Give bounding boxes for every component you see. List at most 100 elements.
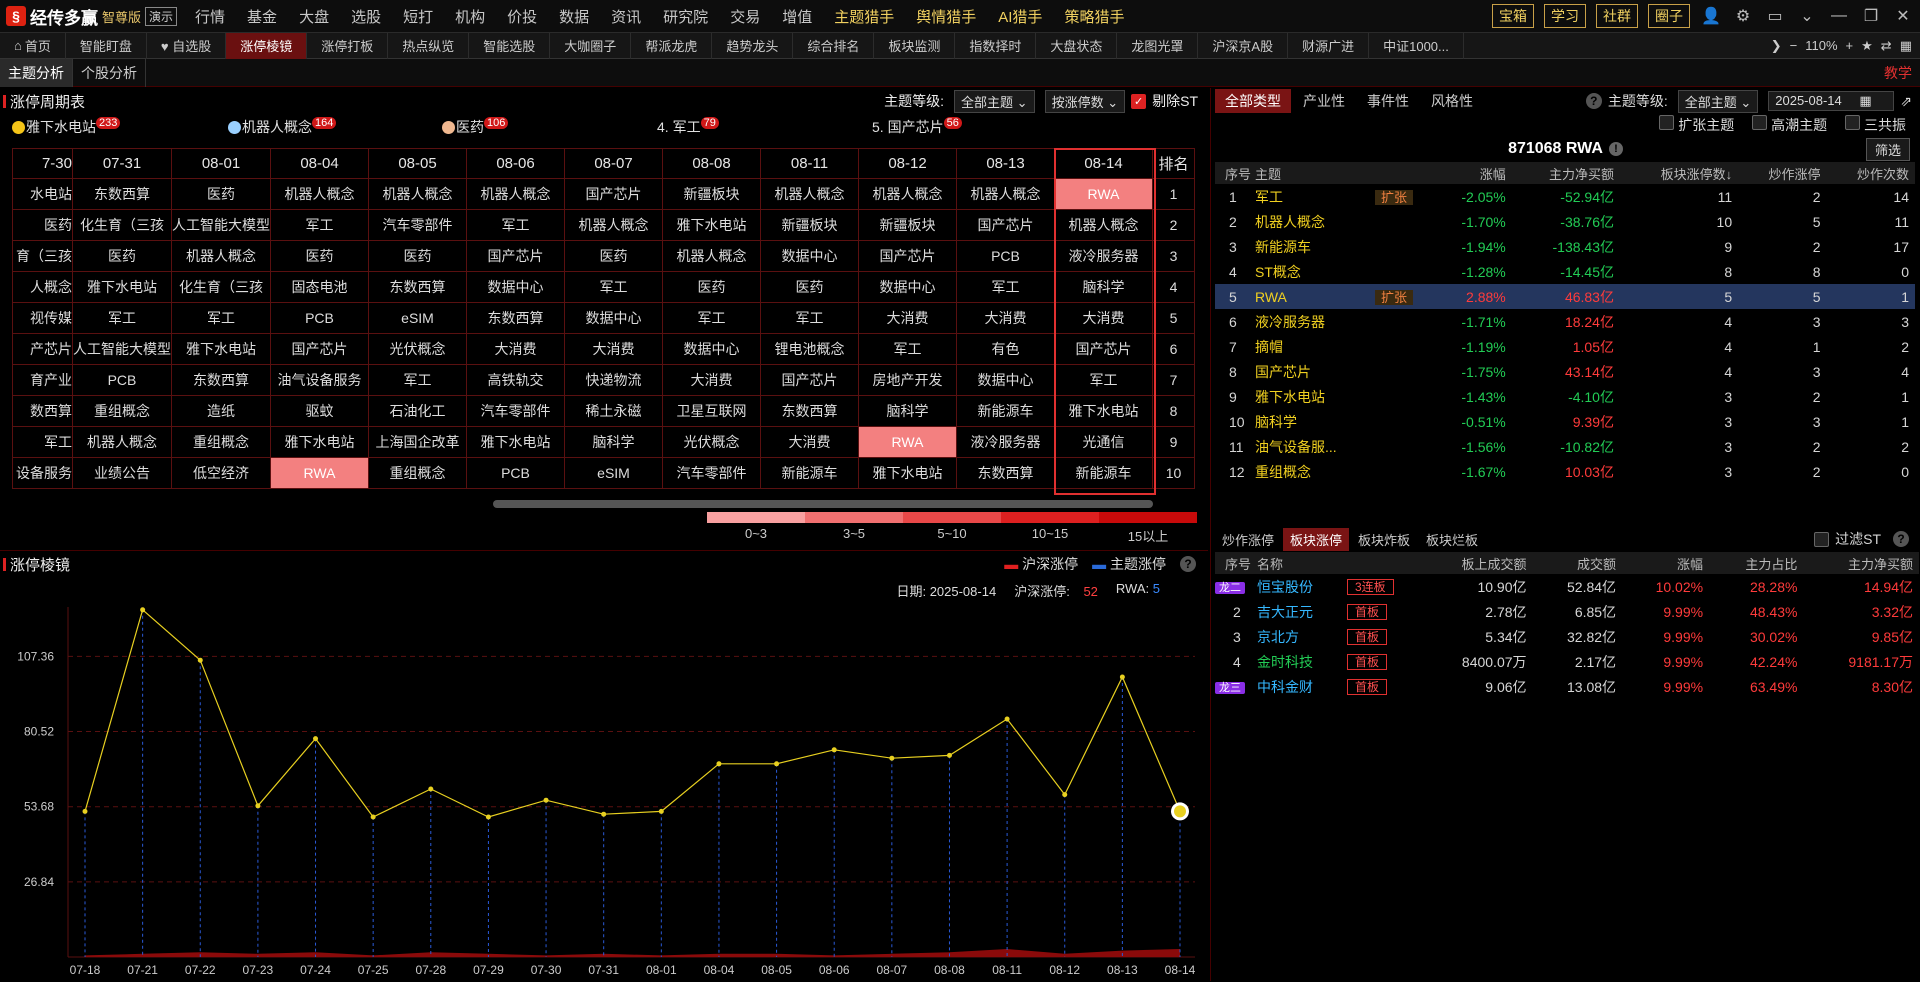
theme-cell[interactable]: 数西算 bbox=[12, 395, 73, 427]
grid-icon[interactable]: ▦ bbox=[1900, 38, 1912, 54]
board-row[interactable]: 2 吉大正元 首板 2.78亿 6.85亿 9.99% 48.43% 3.32亿 bbox=[1215, 599, 1919, 624]
theme-cell[interactable]: 光伏概念 bbox=[662, 426, 761, 458]
theme-cell[interactable]: 国产芯片 bbox=[956, 209, 1055, 241]
theme-cell[interactable]: 雅下水电站 bbox=[171, 333, 271, 365]
theme-cell[interactable]: 医药 bbox=[270, 240, 369, 272]
theme-col-header[interactable] bbox=[1375, 162, 1435, 184]
triple-resonance-check[interactable]: 三共振 bbox=[1845, 115, 1906, 135]
menu-item[interactable]: 主题猎手 bbox=[834, 6, 894, 27]
tab-17[interactable]: 中证1000... bbox=[1369, 32, 1464, 59]
theme-row[interactable]: 12 重组概念 -1.67% 10.03亿 3 2 0 bbox=[1215, 459, 1915, 484]
theme-cell[interactable]: RWA bbox=[858, 426, 957, 458]
theme-cell[interactable]: 军工 bbox=[171, 302, 271, 334]
theme-col-header[interactable]: 主题 bbox=[1255, 162, 1375, 184]
theme-cell[interactable]: 重组概念 bbox=[368, 457, 467, 489]
theme-cell[interactable]: 国产芯片 bbox=[466, 240, 565, 272]
theme-cell[interactable]: 机器人概念 bbox=[466, 178, 565, 210]
board-col-header[interactable]: 板上成交额 bbox=[1417, 552, 1533, 574]
theme-cell[interactable]: 雅下水电站 bbox=[662, 209, 761, 241]
theme-cell[interactable]: 医药 bbox=[662, 271, 761, 303]
tab-board-burst[interactable]: 板块炸板 bbox=[1351, 528, 1417, 551]
theme-cell[interactable]: 国产芯片 bbox=[858, 240, 957, 272]
board-col-header[interactable]: 成交额 bbox=[1532, 552, 1623, 574]
board-cell[interactable]: 金时科技 bbox=[1257, 649, 1347, 674]
theme-cell[interactable]: 医药 bbox=[12, 209, 73, 241]
theme-row[interactable]: 6 液冷服务器 -1.71% 18.24亿 4 3 3 bbox=[1215, 309, 1915, 334]
theme-cell[interactable]: 军工 bbox=[956, 271, 1055, 303]
tab-board-rotten[interactable]: 板块烂板 bbox=[1419, 528, 1485, 551]
menu-item[interactable]: 资讯 bbox=[611, 6, 641, 27]
theme-cell[interactable]: 摘帽 bbox=[1255, 334, 1375, 359]
theme-cell[interactable]: 国产芯片 bbox=[564, 178, 663, 210]
theme-cell[interactable]: 数据中心 bbox=[858, 271, 957, 303]
window-icon[interactable]: ▭ bbox=[1764, 6, 1786, 26]
theme-cell[interactable]: 人工智能大模型 bbox=[72, 333, 172, 365]
theme-cell[interactable]: 脑科学 bbox=[564, 426, 663, 458]
treasure-button[interactable]: 宝箱 bbox=[1492, 4, 1534, 28]
tab-15[interactable]: 沪深京A股 bbox=[1198, 32, 1289, 59]
top-theme-4[interactable]: 4. 军工 79 bbox=[657, 117, 719, 137]
theme-cell[interactable]: 雅下水电站 bbox=[1054, 395, 1153, 427]
board-col-header[interactable]: 序号 bbox=[1215, 552, 1257, 574]
theme-cell[interactable]: 机器人概念 bbox=[564, 209, 663, 241]
theme-cell[interactable]: 数据中心 bbox=[564, 302, 663, 334]
theme-cell[interactable]: 产芯片 bbox=[12, 333, 73, 365]
theme-cell[interactable]: 重组概念 bbox=[171, 426, 271, 458]
info-icon[interactable]: ! bbox=[1608, 142, 1623, 156]
menu-item[interactable]: AI猎手 bbox=[998, 6, 1042, 27]
tab-1[interactable]: 智能盯盘 bbox=[66, 32, 147, 59]
theme-cell[interactable]: 雅下水电站 bbox=[466, 426, 565, 458]
theme-cell[interactable]: 医药 bbox=[171, 178, 271, 210]
menu-item[interactable]: 数据 bbox=[559, 6, 589, 27]
board-col-header[interactable]: 主力占比 bbox=[1709, 552, 1804, 574]
date-header[interactable]: 07-31 bbox=[72, 148, 172, 179]
theme-cell[interactable]: 脑科学 bbox=[858, 395, 957, 427]
theme-cell[interactable]: 军工 bbox=[1054, 364, 1153, 396]
zoom-out-icon[interactable]: − bbox=[1790, 38, 1798, 53]
theme-cell[interactable]: 业绩公告 bbox=[72, 457, 172, 489]
theme-cell[interactable]: RWA bbox=[1054, 178, 1153, 210]
theme-cell[interactable]: 大消费 bbox=[956, 302, 1055, 334]
theme-cell[interactable]: 新能源车 bbox=[760, 457, 859, 489]
theme-cell[interactable]: 新能源车 bbox=[1054, 457, 1153, 489]
theme-cell[interactable]: 重组概念 bbox=[72, 395, 172, 427]
tab-4[interactable]: 涨停打板 bbox=[307, 32, 389, 59]
theme-cell[interactable]: 视传媒 bbox=[12, 302, 73, 334]
theme-cell[interactable]: 军工 bbox=[858, 333, 957, 365]
tab-all-types[interactable]: 全部类型 bbox=[1215, 89, 1291, 113]
date-header[interactable]: 08-12 bbox=[858, 148, 957, 179]
theme-cell[interactable]: 化生育（三孩 bbox=[171, 271, 271, 303]
theme-cell[interactable]: 脑科学 bbox=[1054, 271, 1153, 303]
theme-cell[interactable]: 雅下水电站 bbox=[270, 426, 369, 458]
theme-col-header[interactable]: 主力净买额 bbox=[1511, 162, 1620, 184]
link-icon[interactable]: ⇄ bbox=[1881, 38, 1892, 54]
tab-13[interactable]: 大盘状态 bbox=[1036, 32, 1118, 59]
theme-row[interactable]: 9 雅下水电站 -1.43% -4.10亿 3 2 1 bbox=[1215, 384, 1915, 409]
theme-cell[interactable]: 上海国企改革 bbox=[368, 426, 467, 458]
theme-cell[interactable]: eSIM bbox=[368, 302, 467, 334]
theme-cell[interactable]: 机器人概念 bbox=[956, 178, 1055, 210]
theme-cell[interactable]: 固态电池 bbox=[270, 271, 369, 303]
tab-industry[interactable]: 产业性 bbox=[1293, 89, 1355, 113]
tab-stock-analysis[interactable]: 个股分析 bbox=[73, 58, 146, 87]
theme-cell[interactable]: 东数西算 bbox=[466, 302, 565, 334]
theme-cell[interactable]: PCB bbox=[72, 364, 172, 396]
date-header[interactable]: 08-06 bbox=[466, 148, 565, 179]
board-cell[interactable]: 京北方 bbox=[1257, 624, 1347, 649]
expand-theme-check[interactable]: 扩张主题 bbox=[1659, 115, 1734, 135]
date-header[interactable]: 08-04 bbox=[270, 148, 369, 179]
theme-cell[interactable]: 油气设备服务 bbox=[270, 364, 369, 396]
board-row[interactable]: 3 京北方 首板 5.34亿 32.82亿 9.99% 30.02% 9.85亿 bbox=[1215, 624, 1919, 649]
star-icon[interactable]: ★ bbox=[1861, 38, 1873, 54]
theme-cell[interactable]: 医药 bbox=[72, 240, 172, 272]
theme-cell[interactable]: 机器人概念 bbox=[72, 426, 172, 458]
theme-cell[interactable]: 水电站 bbox=[12, 178, 73, 210]
menu-item[interactable]: 舆情猎手 bbox=[916, 6, 976, 27]
menu-item[interactable]: 价投 bbox=[507, 6, 537, 27]
theme-cell[interactable]: 低空经济 bbox=[171, 457, 271, 489]
theme-row[interactable]: 5 RWA 扩张 2.88% 46.83亿 5 5 1 bbox=[1215, 284, 1915, 309]
board-col-header[interactable] bbox=[1347, 552, 1417, 574]
minimize-icon[interactable]: — bbox=[1828, 7, 1850, 25]
theme-cell[interactable]: 快递物流 bbox=[564, 364, 663, 396]
theme-cell[interactable]: 军工 bbox=[368, 364, 467, 396]
